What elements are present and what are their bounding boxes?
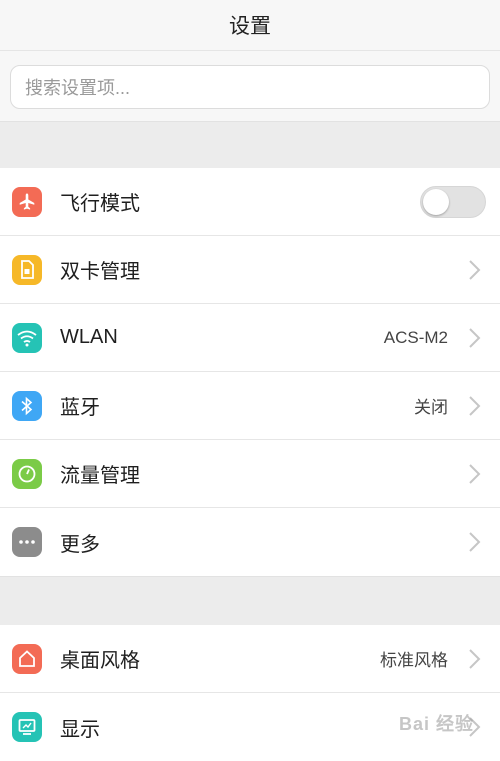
setting-value: ACS-M2 [383,327,448,347]
settings-list-network: 飞行模式 双卡管理 WLAN ACS-M2 蓝牙 关闭 流量管理 更多 [0,168,500,576]
setting-label: 流量管理 [60,465,140,487]
setting-wlan[interactable]: WLAN ACS-M2 [0,304,500,372]
chevron-right-icon [469,648,481,669]
more-icon [12,527,42,557]
setting-bluetooth[interactable]: 蓝牙 关闭 [0,372,500,440]
setting-dual-sim[interactable]: 双卡管理 [0,236,500,304]
wifi-icon [12,322,42,353]
data-usage-icon [12,458,42,489]
setting-value: 关闭 [414,398,448,417]
home-icon [12,643,42,674]
toggle-knob [423,188,449,215]
title-bar: 设置 [0,0,500,51]
setting-label: 蓝牙 [60,397,100,419]
airplane-icon [12,186,42,217]
section-divider [0,576,500,625]
settings-list-display: 桌面风格 标准风格 显示 [0,625,500,761]
setting-label: 飞行模式 [60,193,140,215]
chevron-right-icon [469,327,481,348]
chevron-right-icon [469,395,481,416]
setting-label: WLAN [60,326,118,348]
setting-desktop-style[interactable]: 桌面风格 标准风格 [0,625,500,693]
search-area: 搜索设置项... [0,51,500,121]
setting-label: 桌面风格 [60,650,140,672]
search-placeholder: 搜索设置项... [25,78,131,98]
setting-airplane-mode[interactable]: 飞行模式 [0,168,500,236]
setting-label: 双卡管理 [60,261,140,283]
page-title: 设置 [229,15,271,38]
sim-card-icon [12,254,42,285]
chevron-right-icon [469,259,481,280]
chevron-right-icon [469,532,481,552]
setting-label: 更多 [60,533,100,556]
watermark: Bai 经验 [398,714,474,734]
bluetooth-icon [12,390,42,421]
display-icon [12,712,42,742]
airplane-mode-toggle[interactable] [420,185,486,218]
setting-value: 标准风格 [380,651,448,670]
setting-more[interactable]: 更多 [0,508,500,576]
setting-data-usage[interactable]: 流量管理 [0,440,500,508]
chevron-right-icon [469,463,481,484]
search-input[interactable]: 搜索设置项... [10,65,490,109]
section-divider [0,121,500,168]
